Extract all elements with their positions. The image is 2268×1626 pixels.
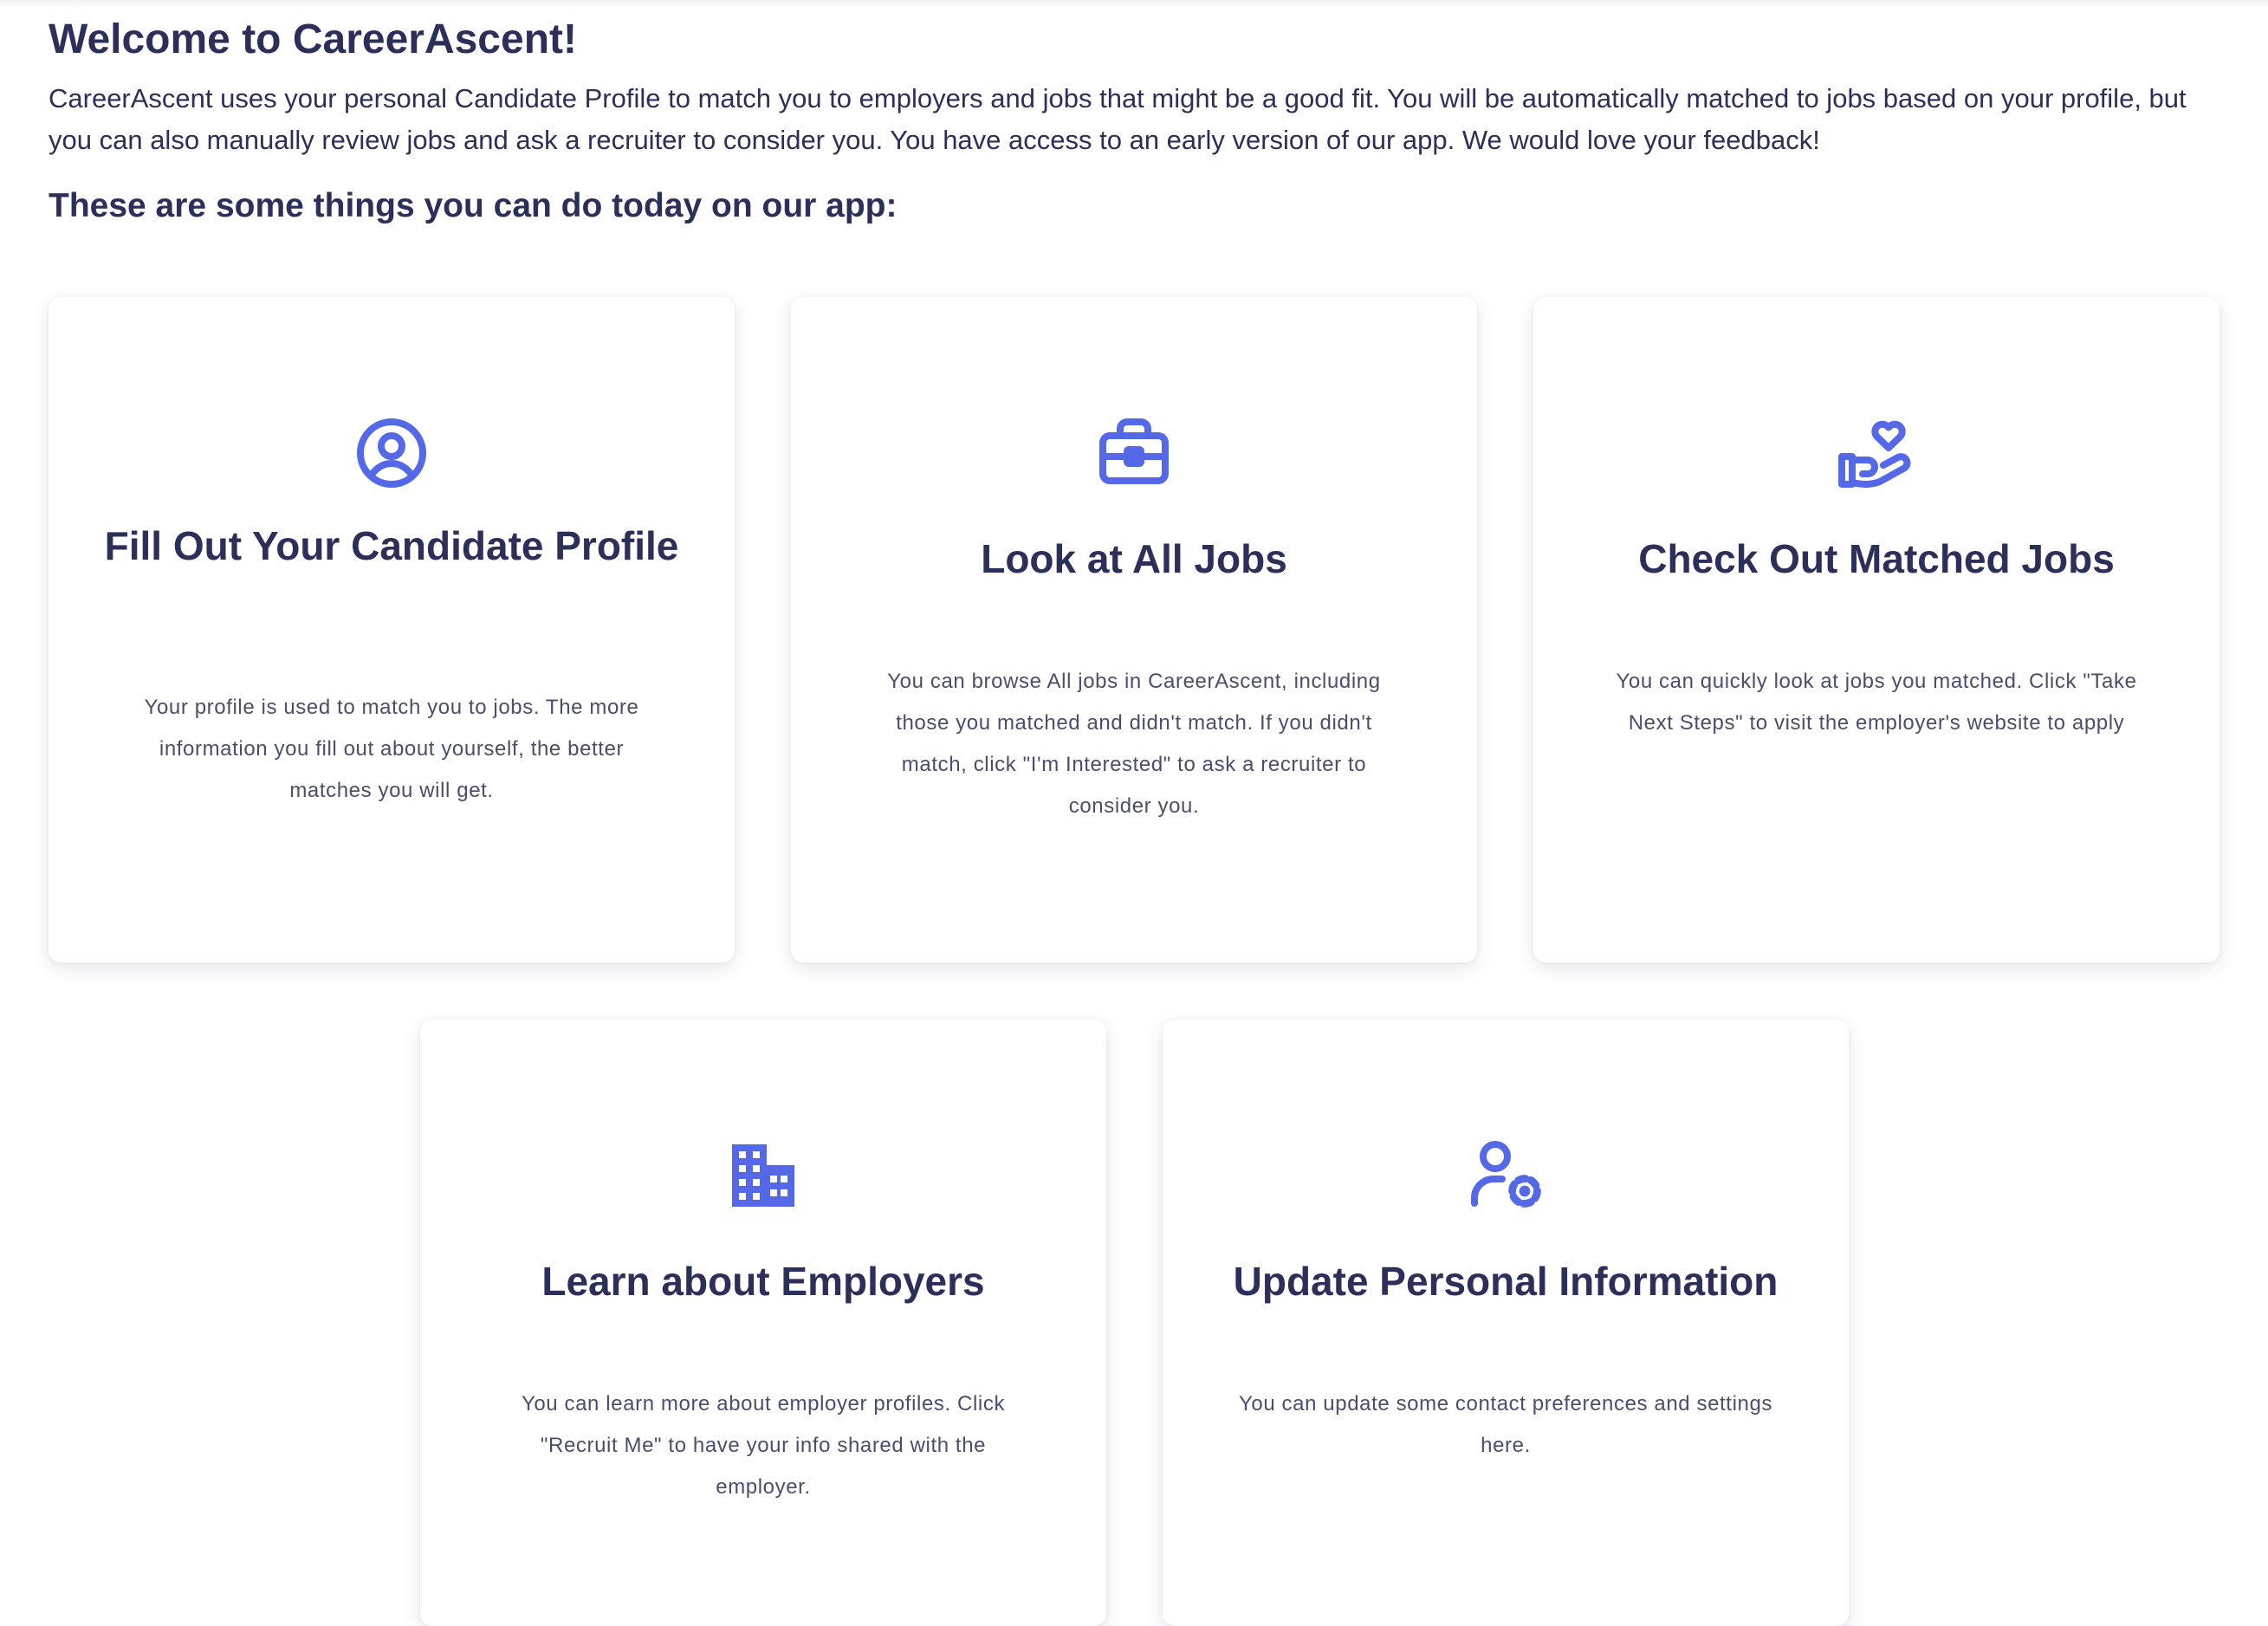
card-title: Update Personal Information	[1233, 1259, 1779, 1304]
card-description: You can learn more about employer profil…	[521, 1392, 1006, 1499]
card-description: Your profile is used to match you to job…	[144, 696, 639, 802]
card-description: You can update some contact preferences …	[1238, 1392, 1773, 1457]
intro-paragraph: CareerAscent uses your personal Candidat…	[49, 83, 2187, 155]
hand-heart-icon	[1833, 410, 1920, 496]
card-candidate-profile[interactable]: Fill Out Your Candidate Profile Your pro…	[49, 297, 735, 962]
card-description: You can quickly look at jobs you matched…	[1616, 670, 2137, 735]
features-subheading: These are some things you can do today o…	[49, 187, 897, 224]
feature-cards: Fill Out Your Candidate Profile Your pro…	[0, 0, 2268, 1626]
building-icon	[720, 1132, 807, 1219]
welcome-page: Welcome to CareerAscent! CareerAscent us…	[0, 0, 2268, 229]
user-circle-icon	[348, 410, 435, 496]
briefcase-icon	[1091, 410, 1177, 496]
user-settings-icon	[1462, 1132, 1549, 1219]
card-all-jobs[interactable]: Look at All Jobs You can browse All jobs…	[791, 297, 1477, 962]
card-description: You can browse All jobs in CareerAscent,…	[887, 670, 1381, 818]
card-title: Check Out Matched Jobs	[1638, 536, 2115, 581]
card-matched-jobs[interactable]: Check Out Matched Jobs You can quickly l…	[1533, 297, 2219, 962]
card-title: Fill Out Your Candidate Profile	[104, 523, 679, 568]
page-title: Welcome to CareerAscent!	[49, 16, 577, 62]
card-personal-info[interactable]: Update Personal Information You can upda…	[1163, 1020, 1849, 1626]
card-title: Look at All Jobs	[981, 536, 1287, 581]
card-title: Learn about Employers	[541, 1259, 985, 1304]
card-employers[interactable]: Learn about Employers You can learn more…	[420, 1020, 1106, 1626]
